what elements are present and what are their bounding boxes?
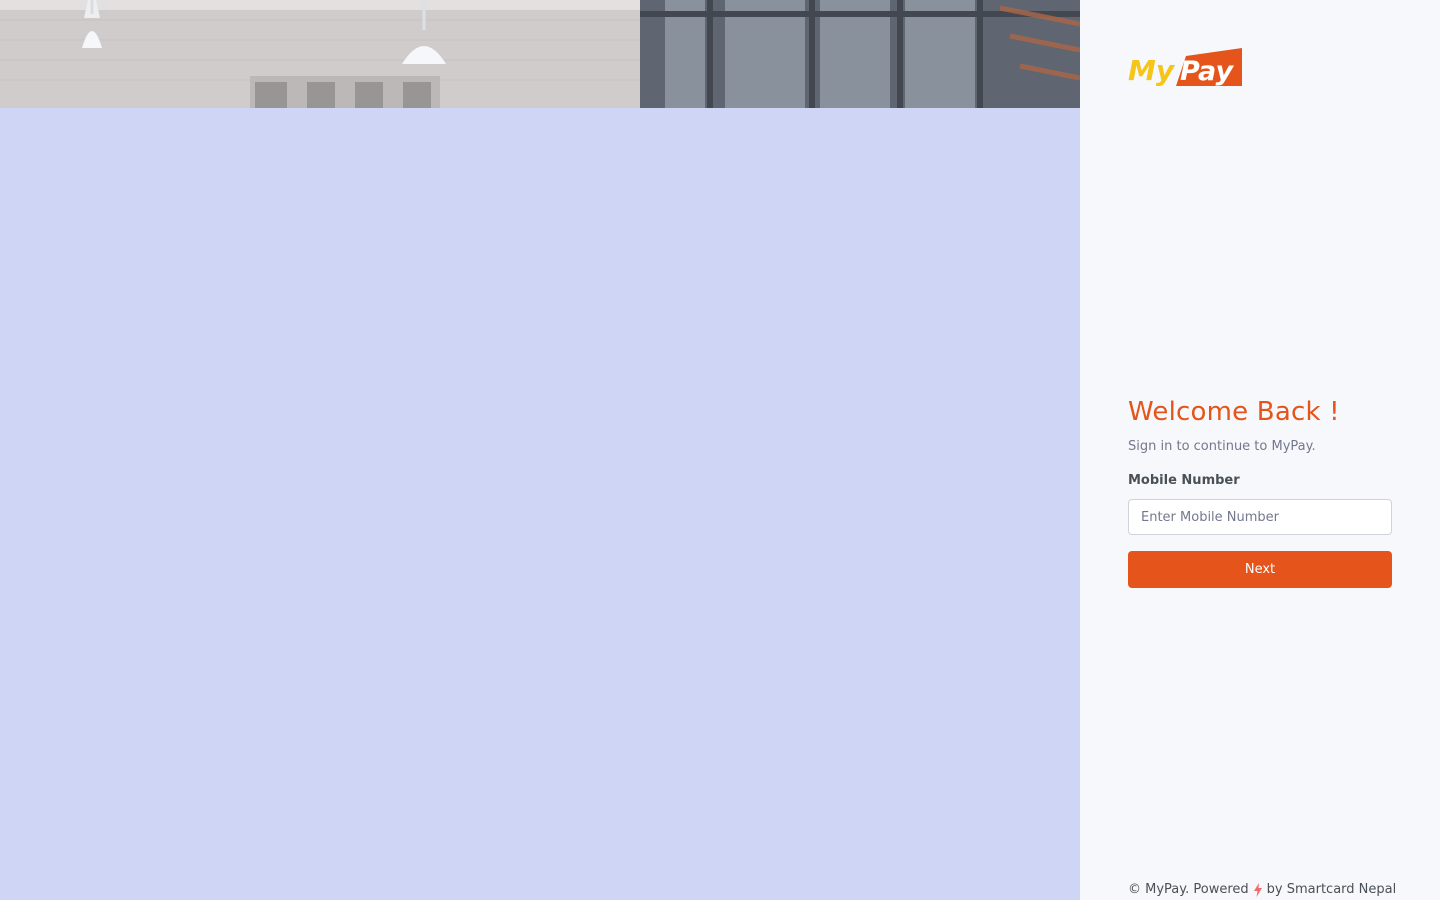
footer-prefix: © MyPay. Powered [1128,882,1249,897]
auth-panel: My Pay Welcome Back ! Sign in to continu… [1080,0,1440,900]
welcome-subtitle: Sign in to continue to MyPay. [1128,439,1316,454]
mobile-number-input[interactable] [1128,499,1392,535]
background-panel [0,0,1080,900]
footer-suffix: by Smartcard Nepal [1266,882,1397,897]
next-button[interactable]: Next [1128,551,1392,588]
login-page: My Pay Welcome Back ! Sign in to continu… [0,0,1440,900]
mypay-logo[interactable]: My Pay [1128,46,1244,88]
sign-in-form: Welcome Back ! Sign in to continue to My… [1128,394,1392,588]
logo-text-my: My [1128,54,1176,87]
background-photo [0,0,1080,108]
bolt-icon [1253,883,1263,897]
footer: © MyPay. Powered by Smartcard Nepal [1128,880,1396,900]
mobile-number-label: Mobile Number [1128,473,1240,488]
logo-text-pay: Pay [1180,56,1234,87]
welcome-title: Welcome Back ! [1128,397,1340,427]
